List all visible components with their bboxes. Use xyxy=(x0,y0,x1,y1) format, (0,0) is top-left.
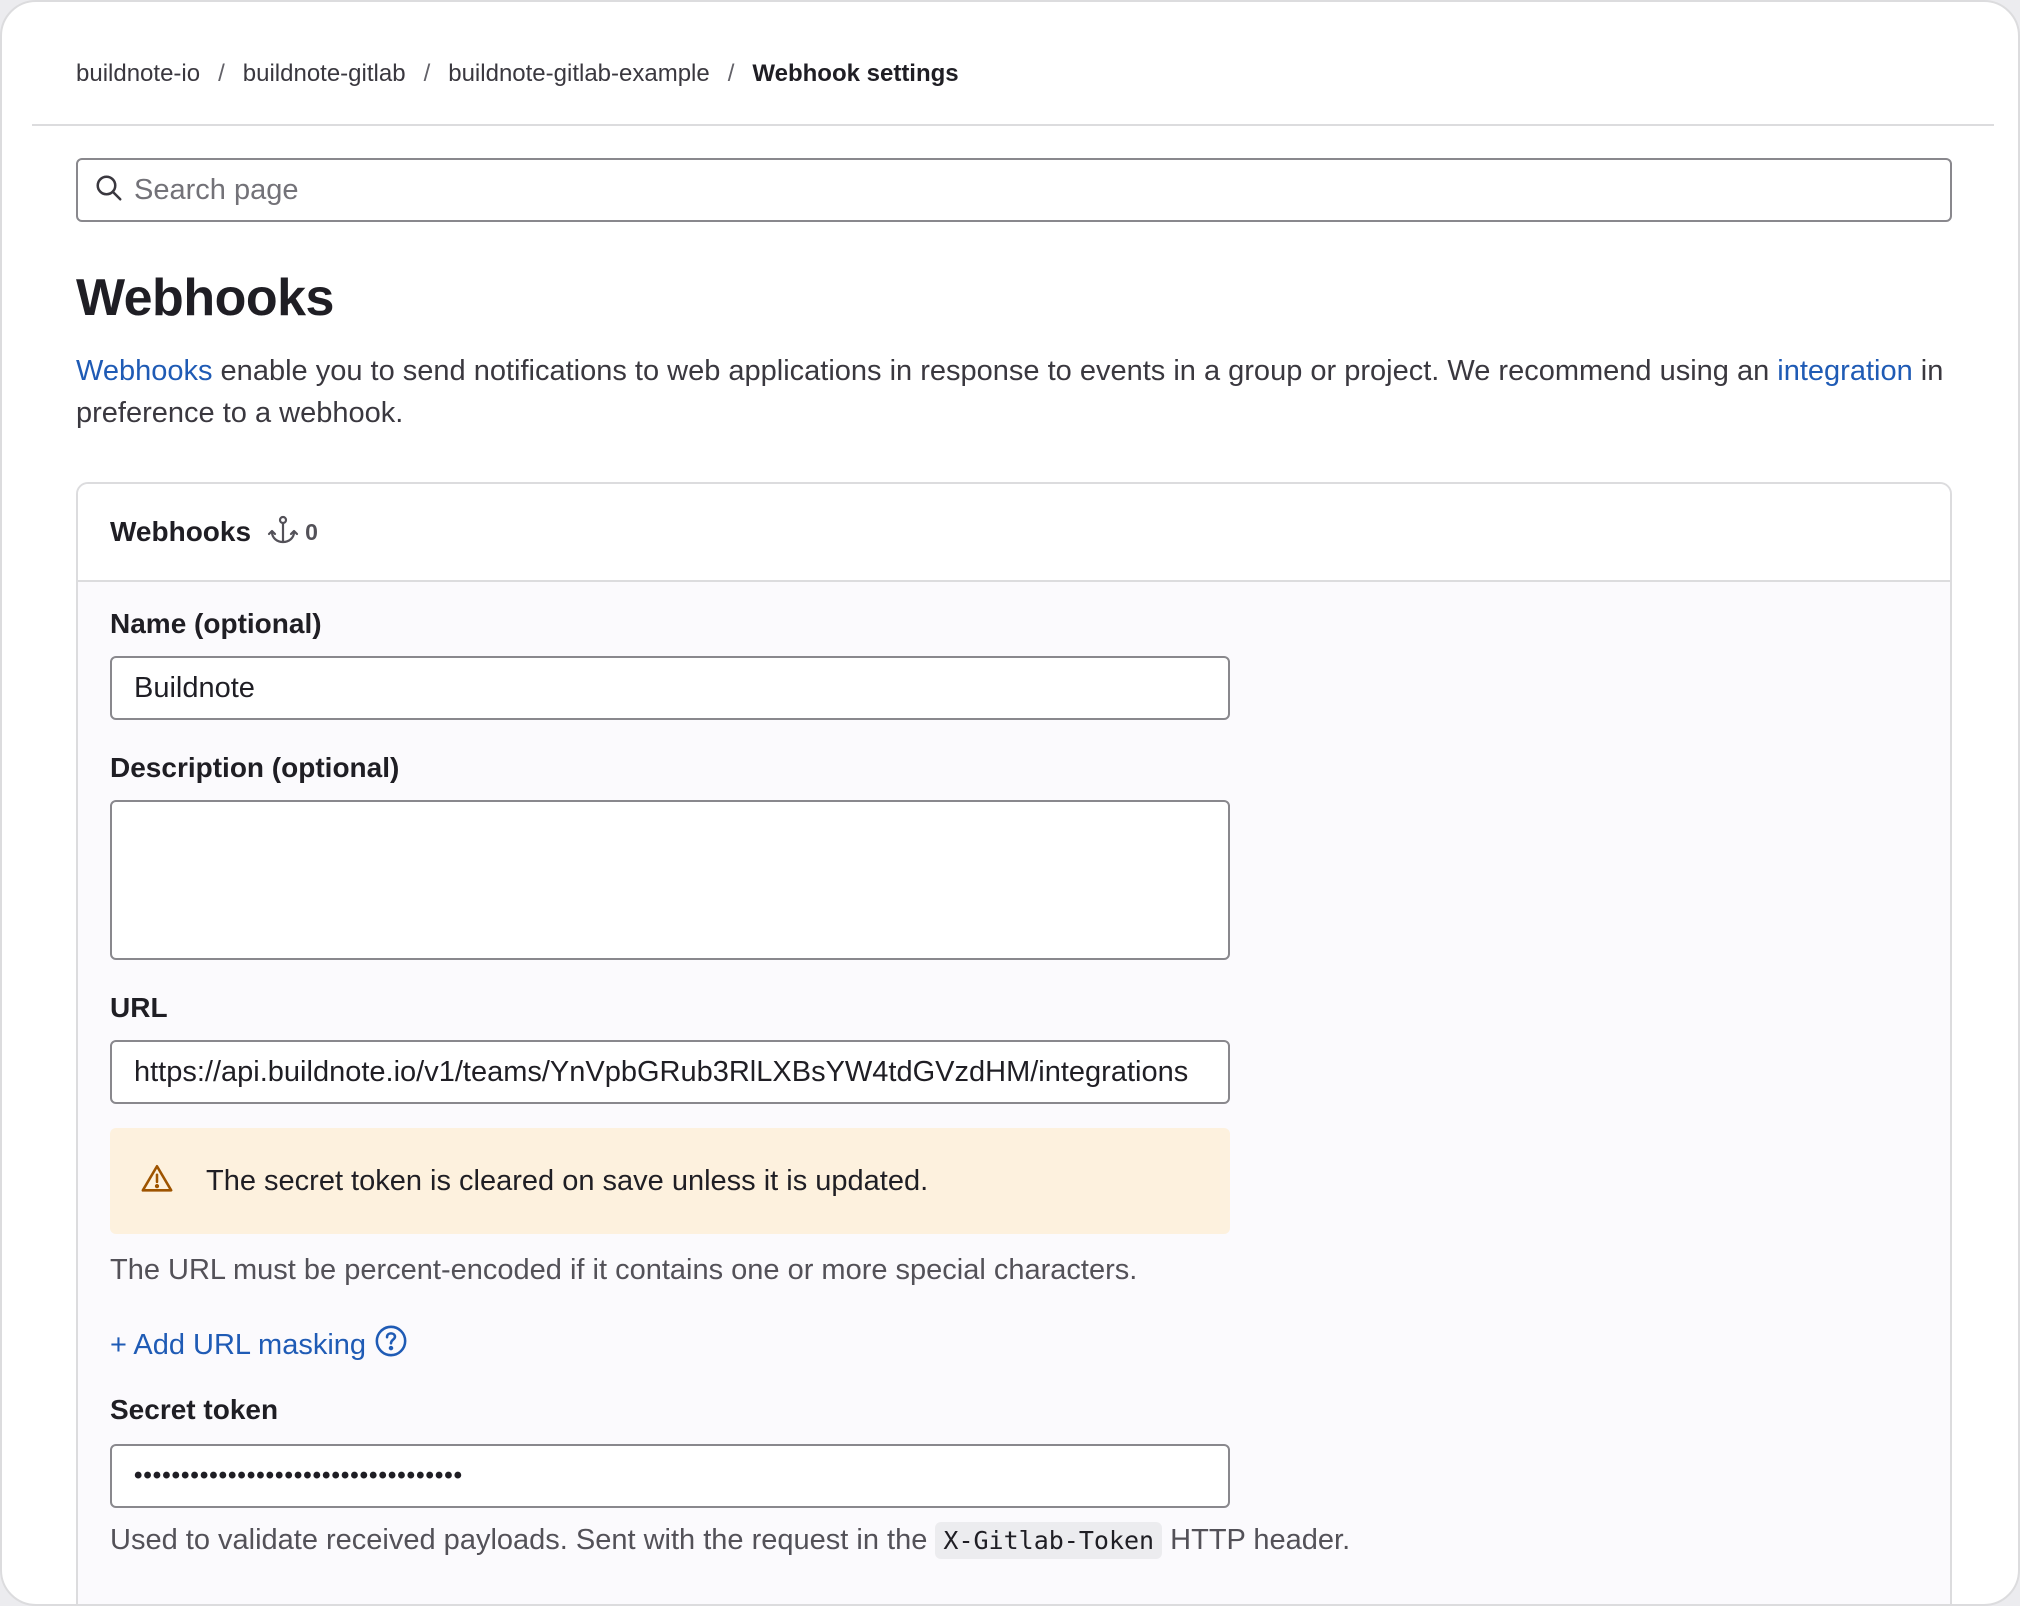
secret-token-field[interactable]: ••••••••••••••••••••••••••••••••••• xyxy=(110,1444,1230,1508)
header-name-code: X-Gitlab-Token xyxy=(935,1522,1163,1559)
breadcrumb-item-project[interactable]: buildnote-gitlab-example xyxy=(448,60,710,88)
breadcrumb-current: Webhook settings xyxy=(752,60,959,87)
secret-token-label: Secret token xyxy=(110,1394,279,1425)
breadcrumb-separator: / xyxy=(423,60,431,87)
name-field[interactable]: Buildnote xyxy=(110,656,1230,720)
help-circle-icon[interactable] xyxy=(366,1324,408,1366)
url-help-text: The URL must be percent-encoded if it co… xyxy=(110,1254,1138,1286)
integration-docs-link[interactable]: integration xyxy=(1777,355,1912,387)
description-field[interactable] xyxy=(110,800,1230,960)
search-icon xyxy=(94,173,124,208)
breadcrumb-item-subgroup[interactable]: buildnote-gitlab xyxy=(243,60,406,88)
secret-help-text: Used to validate received payloads. Sent… xyxy=(110,1524,936,1556)
alert-text: The secret token is cleared on save unle… xyxy=(206,1164,929,1197)
secret-token-help: Used to validate received payloads. Sent… xyxy=(110,1522,1351,1559)
card-title: Webhooks xyxy=(110,516,252,547)
webhook-count: 0 xyxy=(305,518,318,545)
webhook-count-badge: 0 xyxy=(267,514,318,551)
page-description: Webhooks enable you to send notification… xyxy=(76,350,1956,434)
secret-token-value: ••••••••••••••••••••••••••••••••••• xyxy=(134,1462,464,1489)
intro-text: enable you to send notifications to web … xyxy=(212,355,1778,387)
add-url-masking-link[interactable]: + Add URL masking xyxy=(110,1324,408,1366)
header-divider xyxy=(32,124,1994,126)
url-label: URL xyxy=(110,992,168,1023)
breadcrumb-separator: / xyxy=(218,60,225,87)
settings-window: buildnote-io / buildnote-gitlab / buildn… xyxy=(0,0,2020,1606)
webhooks-docs-link[interactable]: Webhooks xyxy=(76,355,213,387)
card-header: Webhooks 0 xyxy=(78,484,1950,582)
secret-token-alert: The secret token is cleared on save unle… xyxy=(110,1128,1230,1234)
name-label: Name (optional) xyxy=(110,608,322,639)
add-url-masking-label: + Add URL masking xyxy=(110,1328,367,1361)
breadcrumb: buildnote-io / buildnote-gitlab / buildn… xyxy=(76,60,959,88)
warning-icon xyxy=(140,1162,174,1201)
search-box[interactable] xyxy=(76,158,1952,222)
secret-help-text: HTTP header. xyxy=(1162,1524,1351,1556)
webhooks-card: Webhooks 0 Name (optional) Buildnote Des… xyxy=(76,482,1952,1604)
description-label: Description (optional) xyxy=(110,752,400,783)
breadcrumb-separator: / xyxy=(727,60,735,87)
search-input[interactable] xyxy=(134,173,1914,207)
url-field[interactable]: https://api.buildnote.io/v1/teams/YnVpbG… xyxy=(110,1040,1230,1104)
breadcrumb-item-group[interactable]: buildnote-io xyxy=(76,60,200,88)
page-title: Webhooks xyxy=(76,269,334,327)
anchor-icon xyxy=(267,514,299,551)
